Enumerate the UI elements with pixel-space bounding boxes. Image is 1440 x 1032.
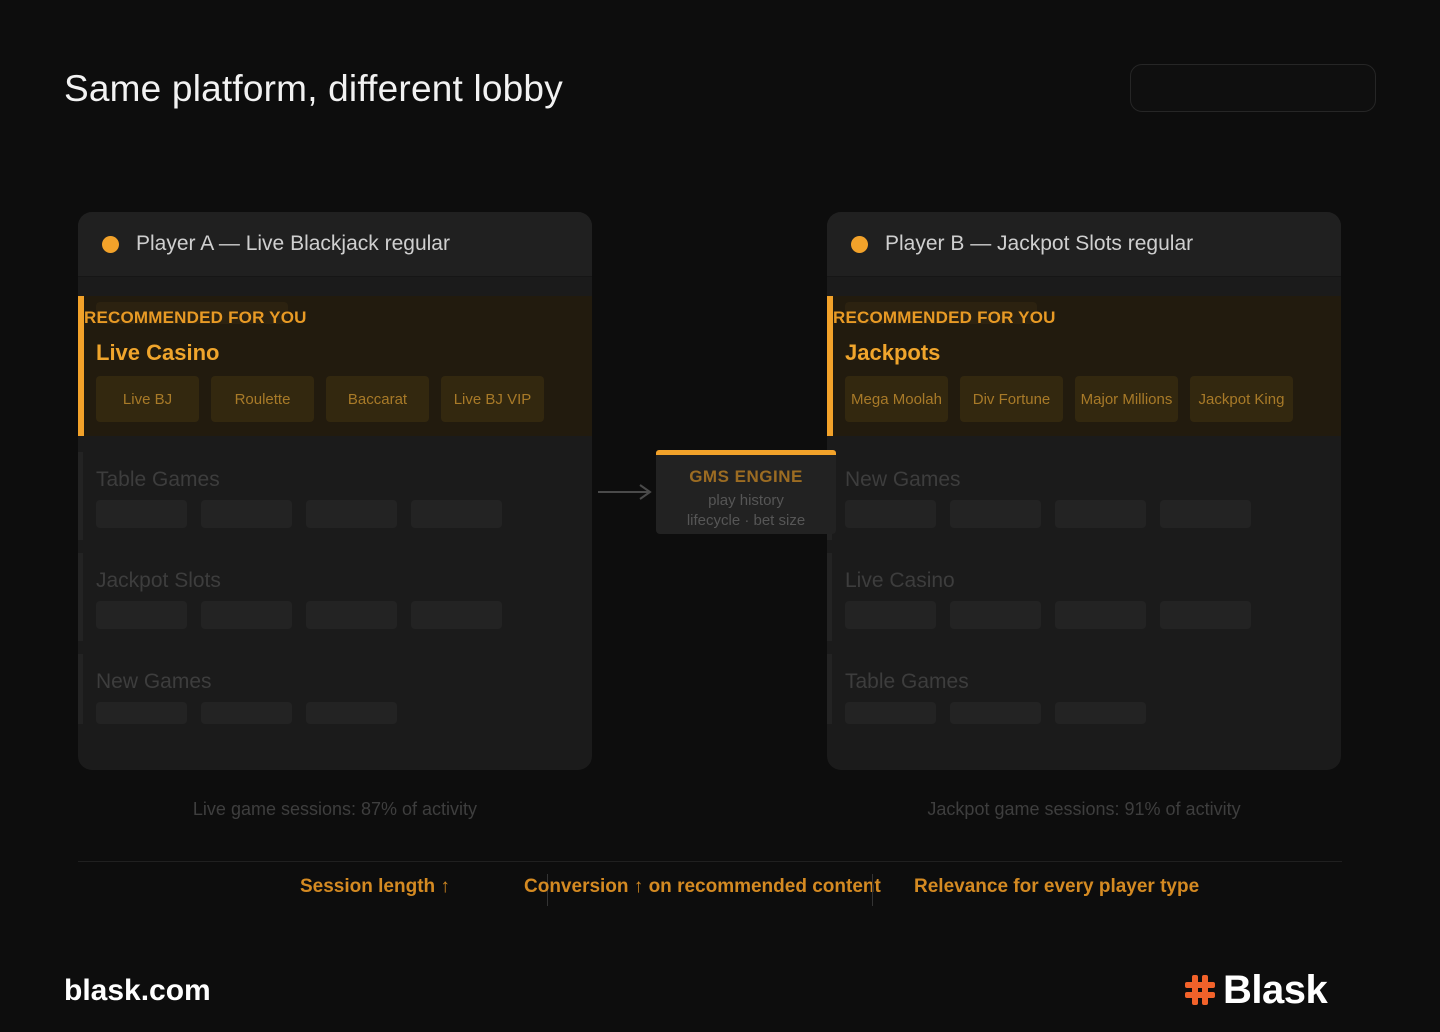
player-a-label: Player A — Live Blackjack regular bbox=[136, 232, 450, 255]
game-tile-placeholder[interactable] bbox=[306, 702, 397, 724]
game-tile-placeholder[interactable] bbox=[96, 601, 187, 629]
section-bar bbox=[78, 654, 83, 724]
engine-line-1: play history bbox=[708, 492, 784, 509]
game-tile-placeholder[interactable] bbox=[96, 702, 187, 724]
player-status-dot-icon bbox=[851, 236, 868, 253]
player-b-caption: Jackpot game sessions: 91% of activity bbox=[927, 799, 1241, 819]
blask-logo: Blask bbox=[1183, 968, 1328, 1012]
recommended-title: Live Casino bbox=[96, 340, 220, 365]
game-tile[interactable]: Roulette bbox=[211, 376, 314, 422]
game-tile-placeholder[interactable] bbox=[950, 601, 1041, 629]
recommended-label: RECOMMENDED FOR YOU bbox=[84, 308, 307, 327]
game-tile[interactable]: Live BJ VIP bbox=[441, 376, 544, 422]
lobby-section: New Games bbox=[78, 654, 592, 724]
game-tile-placeholder[interactable] bbox=[96, 500, 187, 528]
game-tile[interactable]: Baccarat bbox=[326, 376, 429, 422]
divider bbox=[78, 861, 1342, 862]
benefit-session-length: Session length ↑ bbox=[300, 876, 450, 897]
player-a-caption: Live game sessions: 87% of activity bbox=[192, 799, 478, 819]
game-tile-row bbox=[845, 500, 1251, 528]
recommended-title: Jackpots bbox=[845, 340, 941, 365]
game-tile-placeholder[interactable] bbox=[201, 601, 292, 629]
lobby-section: Jackpot Slots bbox=[78, 553, 592, 643]
section-title: New Games bbox=[845, 468, 961, 491]
game-tile-placeholder[interactable] bbox=[1160, 500, 1251, 528]
recommended-games: Live BJ Roulette Baccarat Live BJ VIP bbox=[96, 376, 544, 422]
lobby-section: Table Games bbox=[78, 452, 592, 542]
header-placeholder-box bbox=[1130, 64, 1376, 112]
section-title: New Games bbox=[96, 670, 212, 693]
game-tile-placeholder[interactable] bbox=[1160, 601, 1251, 629]
game-tile-placeholder[interactable] bbox=[306, 500, 397, 528]
lobby-section: Live Casino bbox=[827, 553, 1341, 643]
engine-title: GMS ENGINE bbox=[689, 467, 803, 486]
game-tile-placeholder[interactable] bbox=[1055, 702, 1146, 724]
game-tile-row bbox=[96, 601, 502, 629]
benefit-conversion: Conversion ↑ on recommended content bbox=[524, 876, 881, 897]
game-tile-placeholder[interactable] bbox=[845, 500, 936, 528]
game-tile[interactable]: Div Fortune bbox=[960, 376, 1063, 422]
game-tile-placeholder[interactable] bbox=[1055, 601, 1146, 629]
game-tile-row bbox=[845, 601, 1251, 629]
section-bar bbox=[78, 553, 83, 641]
game-tile[interactable]: Major Millions bbox=[1075, 376, 1178, 422]
game-tile[interactable]: Jackpot King bbox=[1190, 376, 1293, 422]
recommended-games: Mega Moolah Div Fortune Major Millions J… bbox=[845, 376, 1293, 422]
player-b-header: Player B — Jackpot Slots regular bbox=[827, 212, 1341, 277]
slide: Same platform, different lobby Player A … bbox=[0, 0, 1440, 1032]
section-title: Live Casino bbox=[845, 569, 955, 592]
game-tile-row bbox=[96, 500, 502, 528]
section-bar bbox=[78, 452, 83, 540]
game-tile-row bbox=[96, 702, 397, 724]
game-tile-placeholder[interactable] bbox=[201, 702, 292, 724]
game-tile-placeholder[interactable] bbox=[845, 702, 936, 724]
section-title: Jackpot Slots bbox=[96, 569, 221, 592]
lobby-section: Table Games bbox=[827, 654, 1341, 724]
player-a-lobby-card: Player A — Live Blackjack regular RECOMM… bbox=[78, 212, 592, 770]
page-title: Same platform, different lobby bbox=[64, 68, 563, 109]
game-tile[interactable]: Mega Moolah bbox=[845, 376, 948, 422]
game-tile-placeholder[interactable] bbox=[950, 702, 1041, 724]
gms-engine-box: GMS ENGINE play history lifecycle · bet … bbox=[656, 450, 836, 534]
lobby-section: New Games bbox=[827, 452, 1341, 542]
engine-accent-bar bbox=[656, 450, 836, 455]
game-tile-placeholder[interactable] bbox=[950, 500, 1041, 528]
game-tile-placeholder[interactable] bbox=[411, 500, 502, 528]
hash-logo-icon bbox=[1185, 975, 1215, 1005]
recommended-label: RECOMMENDED FOR YOU bbox=[833, 308, 1056, 327]
arrow-right-icon bbox=[598, 484, 652, 500]
section-title: Table Games bbox=[845, 670, 969, 693]
player-b-recommended-section: RECOMMENDED FOR YOU Jackpots Mega Moolah… bbox=[827, 296, 1341, 436]
player-status-dot-icon bbox=[102, 236, 119, 253]
game-tile-row bbox=[845, 702, 1146, 724]
game-tile-placeholder[interactable] bbox=[411, 601, 502, 629]
section-bar bbox=[827, 553, 832, 641]
engine-line-2: lifecycle · bet size bbox=[686, 512, 806, 529]
footer-url[interactable]: blask.com bbox=[64, 974, 211, 1008]
logo-text: Blask bbox=[1223, 968, 1328, 1012]
player-a-recommended-section: RECOMMENDED FOR YOU Live Casino Live BJ … bbox=[78, 296, 592, 436]
benefit-relevance: Relevance for every player type bbox=[914, 876, 1200, 897]
game-tile[interactable]: Live BJ bbox=[96, 376, 199, 422]
player-b-label: Player B — Jackpot Slots regular bbox=[885, 232, 1194, 255]
benefit-separator bbox=[872, 874, 873, 906]
game-tile-placeholder[interactable] bbox=[1055, 500, 1146, 528]
game-tile-placeholder[interactable] bbox=[201, 500, 292, 528]
section-title: Table Games bbox=[96, 468, 220, 491]
game-tile-placeholder[interactable] bbox=[845, 601, 936, 629]
player-a-header: Player A — Live Blackjack regular bbox=[78, 212, 592, 277]
game-tile-placeholder[interactable] bbox=[306, 601, 397, 629]
section-bar bbox=[827, 654, 832, 724]
player-b-lobby-card: Player B — Jackpot Slots regular RECOMME… bbox=[827, 212, 1341, 770]
